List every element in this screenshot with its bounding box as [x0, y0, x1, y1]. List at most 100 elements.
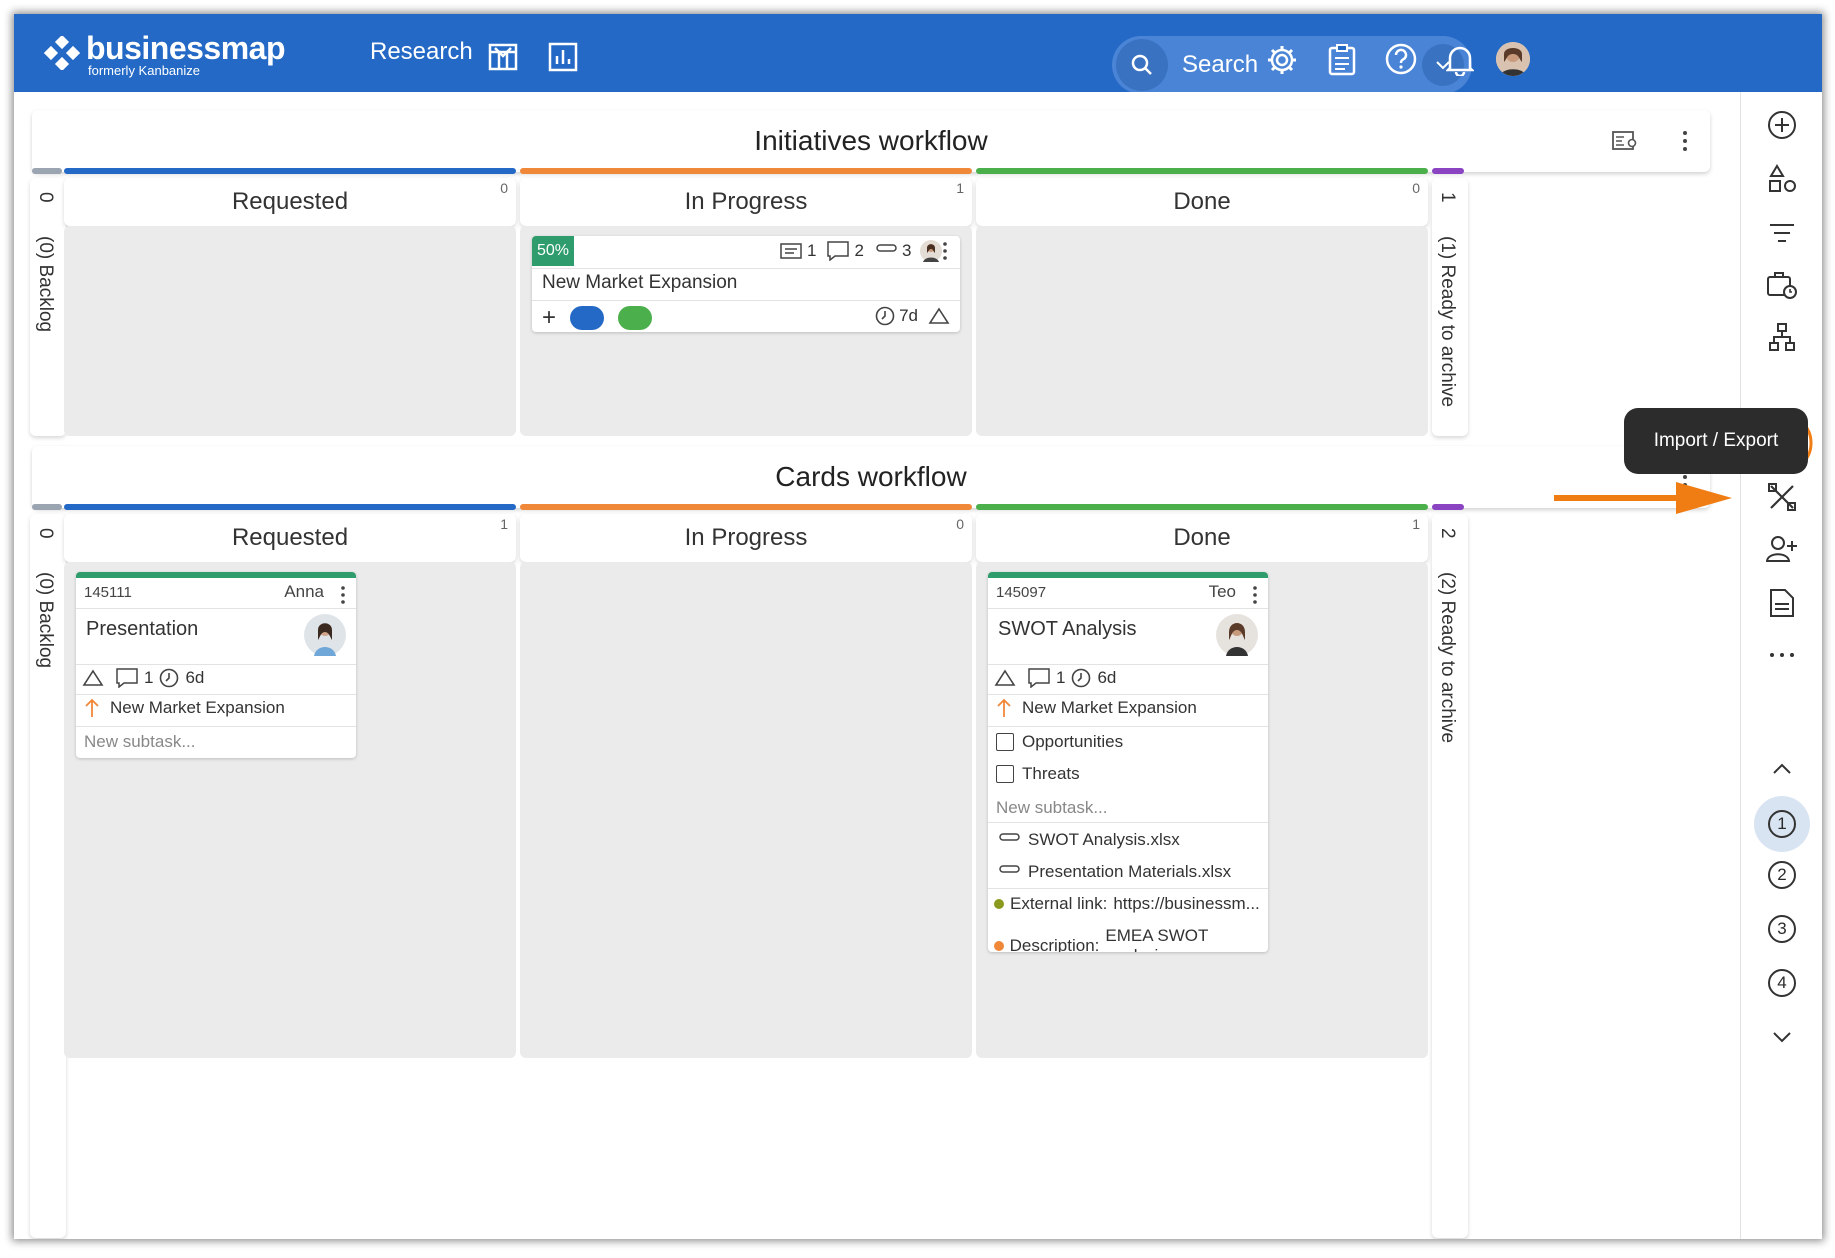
card-owner-name: Anna — [284, 582, 324, 601]
help-icon[interactable] — [1384, 42, 1418, 76]
workflow-header-cards: Cards workflow — [32, 446, 1710, 508]
column-header-in-progress[interactable]: In Progress 1 — [520, 178, 972, 226]
new-subtask-input[interactable]: New subtask... — [996, 798, 1108, 818]
assignee-avatar[interactable] — [1216, 614, 1258, 656]
hierarchy-icon[interactable] — [1741, 320, 1822, 354]
card-id[interactable]: 145097 — [996, 584, 1046, 601]
archive-column[interactable]: 1 (1) Ready to archive — [1432, 178, 1468, 436]
import-export-tooltip: Import / Export — [1624, 408, 1808, 474]
shapes-icon[interactable] — [1741, 162, 1822, 196]
column-bar — [976, 504, 1428, 510]
column-name: Requested — [231, 188, 349, 215]
lane-number: 4 — [1768, 969, 1796, 997]
backlog-bar — [32, 168, 62, 174]
card-owner-name: Teo — [1208, 582, 1236, 601]
field-dot — [994, 941, 1004, 951]
subtask-item[interactable]: Threats — [996, 764, 1080, 784]
column-bar — [976, 168, 1428, 174]
more-horizontal-icon[interactable] — [1741, 638, 1822, 672]
tag-pill-blue[interactable] — [570, 306, 605, 330]
filter-icon[interactable] — [1741, 216, 1822, 250]
column-header-requested[interactable]: Requested 1 — [64, 514, 516, 562]
add-user-icon[interactable] — [1741, 532, 1822, 566]
card-title[interactable]: Presentation — [86, 618, 198, 641]
initiative-card[interactable]: 50% 1 2 3 New Market Expansion + 7d — [532, 236, 960, 332]
attachment-item[interactable]: Presentation Materials.xlsx — [996, 862, 1231, 882]
parent-link[interactable]: New Market Expansion — [996, 698, 1197, 718]
backlog-label: (0) Backlog — [35, 572, 56, 669]
task-card-presentation[interactable]: 145111 Anna Presentation 1 6d New Market… — [76, 572, 356, 758]
table-view-icon[interactable] — [488, 42, 518, 72]
new-subtask-input[interactable]: New subtask... — [84, 732, 196, 752]
subtask-checkbox[interactable] — [996, 733, 1014, 751]
archive-column[interactable]: 2 (2) Ready to archive — [1432, 514, 1468, 1238]
user-avatar[interactable] — [1496, 42, 1530, 76]
card-menu-icon[interactable] — [942, 241, 948, 266]
more-options-icon[interactable] — [1682, 128, 1688, 160]
parent-arrow-icon — [85, 698, 99, 717]
column-count: 0 — [956, 516, 964, 532]
tag-pill-green[interactable] — [618, 306, 653, 330]
column-header-requested[interactable]: Requested 0 — [64, 178, 516, 226]
backlog-label: (0) Backlog — [35, 236, 56, 333]
subtask-checkbox[interactable] — [996, 765, 1014, 783]
logo[interactable]: businessmap formerly Kanbanize — [44, 32, 286, 78]
priority-triangle-icon — [82, 669, 104, 686]
add-icon[interactable] — [1741, 108, 1822, 142]
column-name: In Progress — [684, 188, 808, 215]
document-icon[interactable] — [1741, 586, 1822, 620]
custom-field[interactable]: Description: EMEA SWOT analysis — [994, 926, 1268, 952]
notifications-bell-icon[interactable] — [1446, 44, 1474, 76]
lane-number: 2 — [1768, 861, 1796, 889]
tools-icon[interactable] — [1741, 480, 1822, 514]
comment-icon — [1028, 668, 1050, 688]
card-menu-icon[interactable] — [1252, 585, 1258, 610]
attachment-name: Presentation Materials.xlsx — [1028, 862, 1232, 881]
chevron-down-icon[interactable] — [1741, 1020, 1822, 1054]
comments-count: 2 — [854, 241, 864, 260]
card-title[interactable]: SWOT Analysis — [998, 618, 1137, 641]
analytics-icon[interactable] — [548, 42, 578, 72]
card-time: 6d — [185, 668, 205, 687]
description-icon — [780, 243, 802, 259]
owner-avatar[interactable] — [920, 240, 943, 262]
lane-4-button[interactable]: 4 — [1741, 966, 1822, 1000]
card-menu-icon[interactable] — [340, 585, 346, 610]
column-body[interactable]: 145097 Teo SWOT Analysis 1 6d New Market… — [976, 562, 1428, 1058]
column-count: 1 — [956, 180, 964, 196]
backlog-column[interactable]: 0 (0) Backlog — [30, 514, 66, 1238]
assignee-avatar[interactable] — [304, 614, 346, 656]
lane-3-button[interactable]: 3 — [1741, 912, 1822, 946]
column-name: Done — [1173, 188, 1231, 215]
chevron-up-icon[interactable] — [1741, 752, 1822, 786]
column-header-done[interactable]: Done 0 — [976, 178, 1428, 226]
subtask-item[interactable]: Opportunities — [996, 732, 1123, 752]
task-card-swot[interactable]: 145097 Teo SWOT Analysis 1 6d New Market… — [988, 572, 1268, 952]
clipboard-icon[interactable] — [1328, 44, 1356, 76]
custom-field[interactable]: External link: https://businessm... — [994, 894, 1260, 914]
column-header-done[interactable]: Done 1 — [976, 514, 1428, 562]
column-body[interactable] — [64, 226, 516, 436]
column-body[interactable] — [976, 226, 1428, 436]
time-tracking-icon[interactable] — [1741, 268, 1822, 302]
column-body[interactable] — [520, 562, 972, 1058]
card-time: 7d — [899, 306, 918, 325]
field-label: External link: — [1010, 894, 1108, 913]
settings-icon[interactable] — [1266, 44, 1298, 76]
card-title[interactable]: New Market Expansion — [542, 272, 737, 294]
lane-1-button[interactable]: 1 — [1741, 796, 1822, 852]
lane-2-button[interactable]: 2 — [1741, 858, 1822, 892]
add-tag-icon[interactable]: + — [542, 304, 556, 332]
backlog-column[interactable]: 0 (0) Backlog — [30, 178, 66, 436]
workflow-settings-icon[interactable] — [1612, 128, 1638, 160]
parent-link[interactable]: New Market Expansion — [84, 698, 285, 718]
app-window: businessmap formerly Kanbanize Research … — [14, 14, 1822, 1239]
column-body[interactable]: 50% 1 2 3 New Market Expansion + 7d — [520, 226, 972, 436]
attachment-item[interactable]: SWOT Analysis.xlsx — [996, 830, 1180, 850]
column-header-in-progress[interactable]: In Progress 0 — [520, 514, 972, 562]
card-indicators: 1 2 3 — [780, 240, 943, 262]
column-body[interactable]: 145111 Anna Presentation 1 6d New Market… — [64, 562, 516, 1058]
card-id[interactable]: 145111 — [84, 584, 132, 601]
column-name: Done — [1173, 524, 1231, 551]
attachments-count: 3 — [901, 241, 912, 260]
